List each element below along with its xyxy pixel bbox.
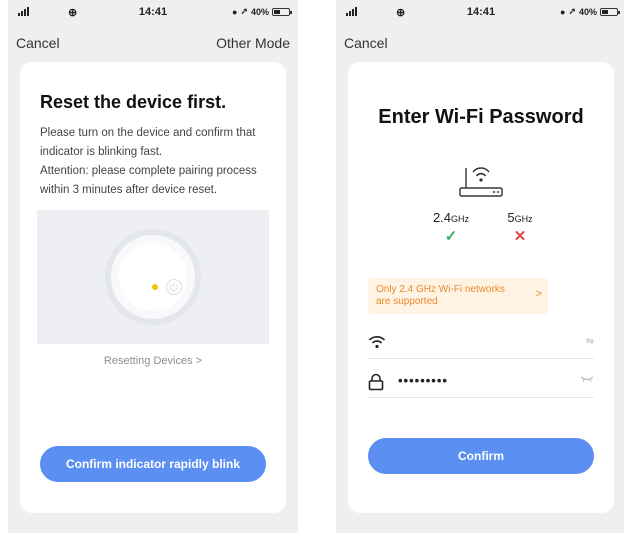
wifi-password-screen: ⊕ 14:41 ● ➚ 40% Cancel Enter Wi-Fi Passw… [336, 0, 624, 533]
alarm-icon: ● [560, 6, 566, 17]
ssid-field[interactable]: ⇋ [368, 328, 594, 359]
reset-device-screen: ⊕ 14:41 ● ➚ 40% Cancel Other Mode Reset … [8, 0, 298, 533]
page-title: Reset the device first. [40, 92, 227, 112]
battery-icon [272, 7, 292, 16]
chevron-right-icon: > [535, 288, 542, 300]
band-notice[interactable]: Only 2.4 GHz Wi-Fi networks are supporte… [368, 278, 548, 314]
cancel-button[interactable]: Cancel [16, 35, 60, 51]
blinking-led-icon [152, 284, 158, 290]
device-body [105, 229, 201, 325]
instruction-line: Attention: please complete pairing proce… [40, 165, 257, 177]
battery-percent: 40% [250, 6, 269, 17]
reset-instructions: Please turn on the device and confirm th… [40, 124, 272, 200]
eye-closed-icon[interactable] [580, 375, 594, 383]
instruction-line: Please turn on the device and confirm th… [40, 127, 256, 139]
check-icon: ✓ [444, 228, 458, 245]
lock-icon [368, 373, 384, 391]
resetting-devices-link[interactable]: Resetting Devices > [20, 355, 286, 367]
band-support: 2.4GHz ✓ 5GHz ✕ [348, 210, 614, 250]
cancel-button[interactable]: Cancel [344, 35, 388, 51]
status-bar: ⊕ 14:41 ● ➚ 40% [8, 0, 298, 26]
band-2-4ghz: 2.4GHz ✓ [421, 210, 481, 245]
band-5ghz: 5GHz ✕ [490, 210, 550, 245]
password-field[interactable]: ••••••••• [368, 367, 594, 398]
status-bar: ⊕ 14:41 ● ➚ 40% [336, 0, 624, 26]
wifi-card: Enter Wi-Fi Password 2.4GHz ✓ 5GHz ✕ Onl… [348, 62, 614, 513]
device-illustration [37, 210, 269, 344]
confirm-button[interactable]: Confirm [368, 438, 594, 474]
instruction-line: within 3 minutes after device reset. [40, 184, 218, 196]
confirm-indicator-blink-button[interactable]: Confirm indicator rapidly blink [40, 446, 266, 482]
power-icon [165, 278, 183, 296]
notice-line: are supported [376, 296, 438, 307]
router-icon [459, 167, 503, 197]
battery-percent: 40% [578, 6, 597, 17]
alarm-icon: ● [232, 6, 238, 17]
wifi-icon [368, 336, 386, 349]
battery-icon [600, 7, 620, 16]
reset-card: Reset the device first. Please turn on t… [20, 62, 286, 513]
cross-icon: ✕ [513, 228, 527, 245]
location-icon: ➚ [240, 6, 248, 16]
notice-line: Only 2.4 GHz Wi-Fi networks [376, 284, 505, 295]
password-value: ••••••••• [398, 373, 448, 388]
location-icon: ➚ [568, 6, 576, 16]
swap-icon[interactable]: ⇋ [586, 336, 594, 347]
instruction-line: indicator is blinking fast. [40, 146, 163, 158]
page-title: Enter Wi-Fi Password [378, 106, 584, 128]
other-mode-button[interactable]: Other Mode [216, 35, 290, 51]
